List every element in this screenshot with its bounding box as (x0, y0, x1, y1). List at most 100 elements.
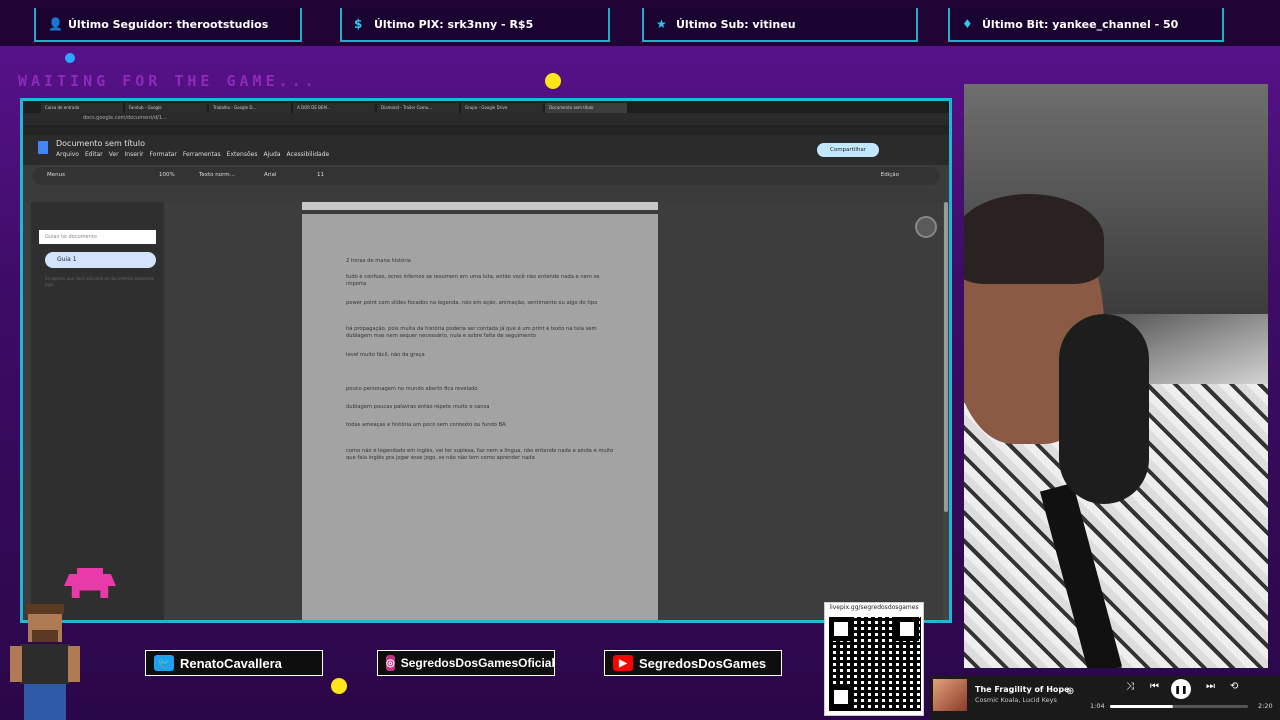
browser-tab[interactable]: Fandub - Google (125, 103, 207, 113)
shuffle-icon[interactable]: ⤨ (1126, 681, 1134, 692)
youtube-label: SegredosDosGames (639, 655, 767, 671)
music-player: The Fragility of Hope Cosmic Koala, Luci… (930, 676, 1280, 720)
webcam-feed (964, 84, 1268, 668)
add-icon[interactable]: ⊕ (1066, 686, 1074, 697)
streamer-hair (964, 194, 1104, 284)
browser-tab[interactable]: Grupo - Google Drive (461, 103, 543, 113)
progress-bar[interactable] (1110, 705, 1248, 708)
twitter-label: RenatoCavallera (180, 655, 282, 671)
address-bar[interactable]: docs.google.com/document/d/1... (23, 113, 949, 125)
browser-tab-strip: Caixa de entrada Fandub - Google Trabalh… (23, 101, 949, 113)
browser-tab[interactable]: Diamond - Trailer Comu... (377, 103, 459, 113)
diamond-icon: ♦ (962, 17, 973, 31)
instagram-handle[interactable]: ◎ SegredosDosGamesOficial (377, 650, 555, 676)
yellow-dot (545, 73, 561, 89)
track-artist: Cosmic Koala, Lucid Keys (975, 696, 1057, 704)
menu-ajuda[interactable]: Ajuda (263, 151, 280, 158)
qr-corner (829, 617, 853, 641)
document-page[interactable]: 2 horas de mana história tudo é confuso,… (302, 214, 658, 620)
menu-arquivo[interactable]: Arquivo (56, 151, 79, 158)
edit-mode-select[interactable]: Edição (881, 172, 899, 178)
qr-corner (829, 685, 853, 709)
dollar-icon: $ (354, 17, 363, 31)
instagram-icon: ◎ (386, 655, 395, 671)
total-time: 2:20 (1258, 702, 1273, 710)
docs-menubar: Arquivo Editar Ver Inserir Formatar Ferr… (56, 151, 329, 158)
previous-icon[interactable]: ⏮ (1150, 681, 1159, 692)
style-select[interactable]: Texto norm... (199, 172, 235, 178)
menu-ferramentas[interactable]: Ferramentas (183, 151, 221, 158)
doc-line: tudo é confuso, ocres infernos se resume… (346, 274, 600, 287)
star-icon: ★ (656, 17, 667, 31)
top-alerts-bar: 👤 Último Seguidor: therootstudios $ Últi… (0, 0, 1280, 46)
youtube-handle[interactable]: ▶ SegredosDosGames (604, 650, 782, 676)
last-sub-alert: ★ Último Sub: vitineu (642, 8, 918, 42)
yellow-dot (331, 678, 347, 694)
tabs-hint: As opções que você adiciona ao documento… (45, 276, 155, 287)
browser-tab[interactable]: A DOR DE BEM... (293, 103, 375, 113)
document-tabs-panel: Guias no documento Guia 1 As opções que … (31, 202, 164, 620)
menu-editar[interactable]: Editar (85, 151, 103, 158)
elapsed-time: 1:04 (1090, 702, 1105, 710)
last-follower-label: Último Seguidor: therootstudios (68, 17, 269, 31)
doc-line: 2 horas de mana história (346, 258, 411, 264)
font-select[interactable]: Arial (264, 172, 276, 178)
qr-corner (895, 617, 919, 641)
scrollbar[interactable] (943, 202, 949, 620)
menu-acessibilidade[interactable]: Acessibilidade (287, 151, 330, 158)
last-pix-alert: $ Último PIX: srk3nny - R$5 (340, 8, 610, 42)
doc-line: todas ameaças e história um poco sem con… (346, 422, 506, 428)
doc-line: há propagação, pois muita da história po… (346, 326, 597, 339)
share-button[interactable]: Compartilhar (817, 143, 879, 157)
instagram-label: SegredosDosGamesOficial (400, 656, 555, 670)
track-title: The Fragility of Hope (975, 685, 1070, 694)
pause-button[interactable]: ❚❚ (1171, 679, 1191, 699)
doc-line: dublagem poucas palavras então repete mu… (346, 404, 490, 410)
zoom-select[interactable]: 100% (159, 172, 175, 178)
youtube-icon: ▶ (613, 655, 633, 671)
browser-tab[interactable]: Caixa de entrada (41, 103, 123, 113)
share-label: Compartilhar (829, 147, 867, 153)
last-bit-alert: ♦ Último Bit: yankee_channel - 50 (948, 8, 1224, 42)
doc-line: como não é legendado em inglês, vai ter … (346, 448, 614, 461)
menu-inserir[interactable]: Inserir (125, 151, 144, 158)
last-bit-label: Último Bit: yankee_channel - 50 (982, 17, 1179, 31)
docs-body: Guias no documento Guia 1 As opções que … (23, 202, 949, 620)
pixel-character-icon (10, 604, 80, 720)
menu-formatar[interactable]: Formatar (150, 151, 177, 158)
last-sub-label: Último Sub: vitineu (676, 17, 796, 31)
doc-line: level muito fácil, não da graça (346, 352, 425, 358)
twitter-icon: 🐦 (154, 655, 174, 671)
font-size-input[interactable]: 11 (317, 172, 324, 178)
menus-search[interactable]: Menus (47, 172, 65, 178)
moon-icon[interactable] (915, 216, 937, 238)
menu-ver[interactable]: Ver (109, 151, 119, 158)
docs-toolbar: Menus 100% Texto norm... Arial 11 Edição (33, 167, 939, 185)
last-follower-alert: 👤 Último Seguidor: therootstudios (34, 8, 302, 42)
bookmarks-bar (23, 125, 949, 135)
document-title[interactable]: Documento sem título (56, 139, 145, 148)
album-art (933, 679, 967, 711)
doc-line: power point com slides focados na legend… (346, 300, 598, 306)
microphone (1059, 314, 1149, 504)
tab-guia-1[interactable]: Guia 1 (45, 252, 156, 268)
browser-tab[interactable]: Trabalho - Google D... (209, 103, 291, 113)
qr-url: livepix.gg/segredosdosgames (829, 604, 919, 611)
twitter-handle[interactable]: 🐦 RenatoCavallera (145, 650, 323, 676)
person-icon: 👤 (48, 17, 63, 31)
captured-screen: Caixa de entrada Fandub - Google Trabalh… (20, 98, 952, 623)
ruler[interactable] (302, 202, 658, 210)
scrollbar-thumb[interactable] (944, 202, 948, 512)
docs-logo-icon (38, 141, 48, 154)
next-icon[interactable]: ⏭ (1206, 681, 1215, 692)
blue-dot (65, 53, 75, 63)
livepix-qr[interactable]: livepix.gg/segredosdosgames (824, 602, 924, 716)
menu-extensoes[interactable]: Extensões (227, 151, 258, 158)
doc-line: pouco personagem no mundo aberto fica re… (346, 386, 478, 392)
tabs-summary[interactable]: Guias no documento (39, 230, 156, 244)
progress-fill (1110, 705, 1174, 708)
last-pix-label: Último PIX: srk3nny - R$5 (374, 17, 534, 31)
browser-tab-active[interactable]: Documento sem título (545, 103, 627, 113)
waiting-text: WAITING FOR THE GAME... (18, 72, 318, 90)
repeat-icon[interactable]: ⟲ (1230, 681, 1238, 692)
